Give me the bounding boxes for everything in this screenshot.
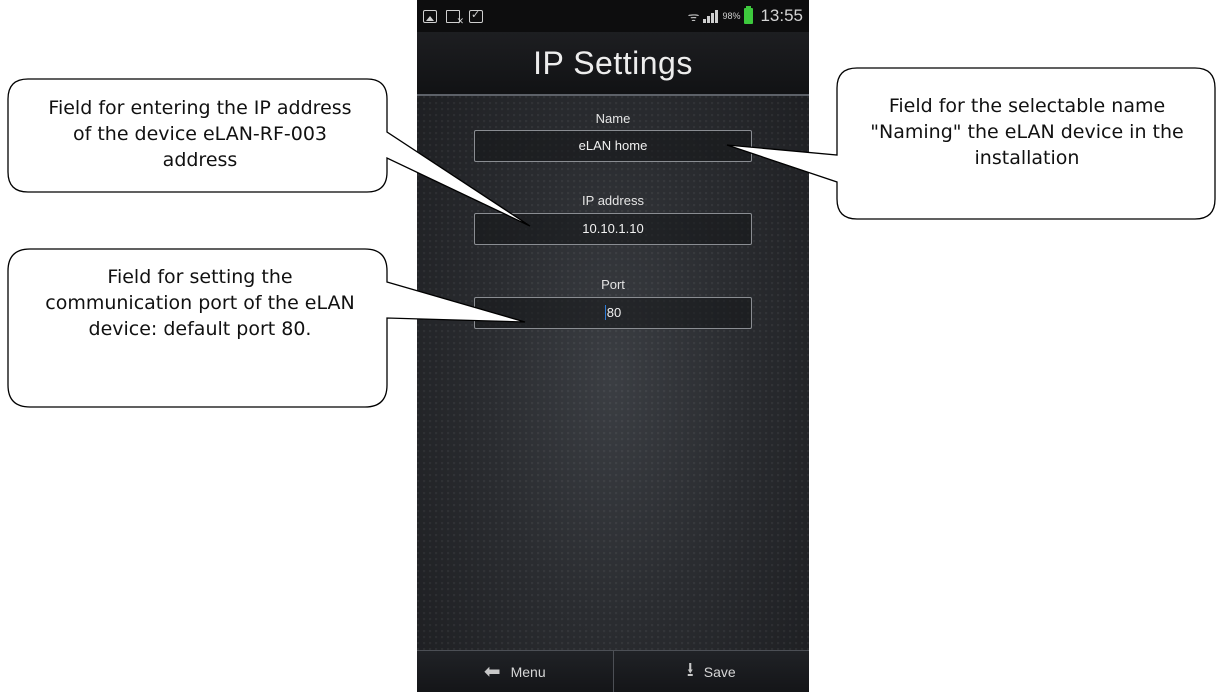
ip-callout-text: Field for entering the IP address of the…	[48, 97, 352, 171]
port-callout-text: Field for setting the communication port…	[45, 266, 355, 340]
name-callout-text: Field for the selectable name "Naming" t…	[870, 95, 1184, 169]
